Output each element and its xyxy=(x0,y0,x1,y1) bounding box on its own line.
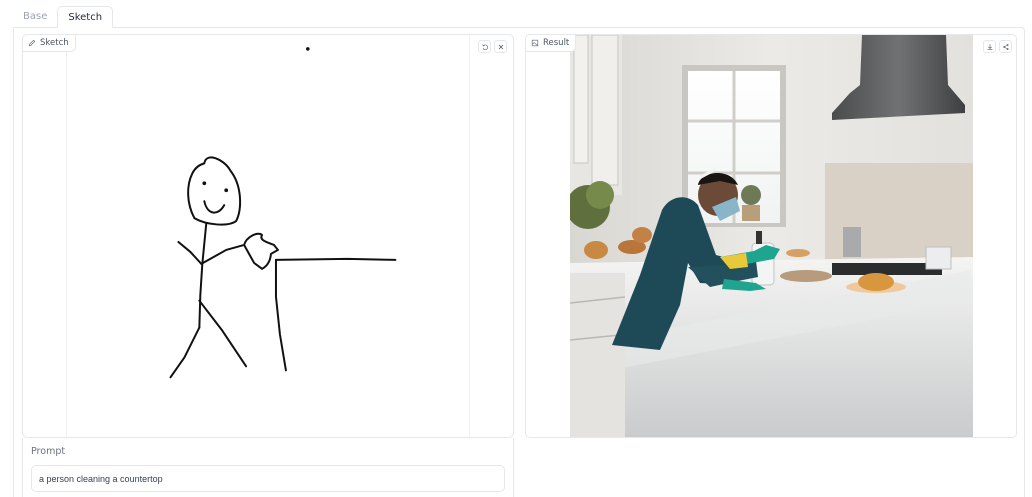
sketch-tab-panel: Sketch Result Prompt a person cleaning a… xyxy=(13,27,1025,497)
tab-base[interactable]: Base xyxy=(13,6,57,28)
prompt-label: Prompt xyxy=(31,446,66,457)
stick-figure-drawing xyxy=(169,47,397,379)
result-label-text: Result xyxy=(543,38,570,48)
close-icon xyxy=(498,44,503,49)
share-button[interactable] xyxy=(999,40,1012,53)
tab-bar: Base Sketch xyxy=(13,6,114,28)
download-icon xyxy=(987,43,992,50)
download-button[interactable] xyxy=(983,40,996,53)
undo-button[interactable] xyxy=(478,40,491,53)
result-label: Result xyxy=(526,35,577,52)
sketch-label-text: Sketch xyxy=(40,38,69,48)
result-panel: Result xyxy=(525,34,1017,438)
share-icon xyxy=(1002,43,1009,50)
result-image xyxy=(570,35,973,437)
pencil-icon xyxy=(28,39,36,47)
sketch-panel: Sketch xyxy=(22,34,514,438)
clear-button[interactable] xyxy=(494,40,507,53)
sketch-label: Sketch xyxy=(23,35,76,52)
undo-icon xyxy=(481,43,488,50)
tab-sketch[interactable]: Sketch xyxy=(57,6,114,28)
image-icon xyxy=(531,39,539,47)
prompt-block: Prompt a person cleaning a countertop xyxy=(22,438,514,497)
prompt-input[interactable]: a person cleaning a countertop xyxy=(31,465,505,492)
sketch-canvas[interactable] xyxy=(66,35,470,437)
